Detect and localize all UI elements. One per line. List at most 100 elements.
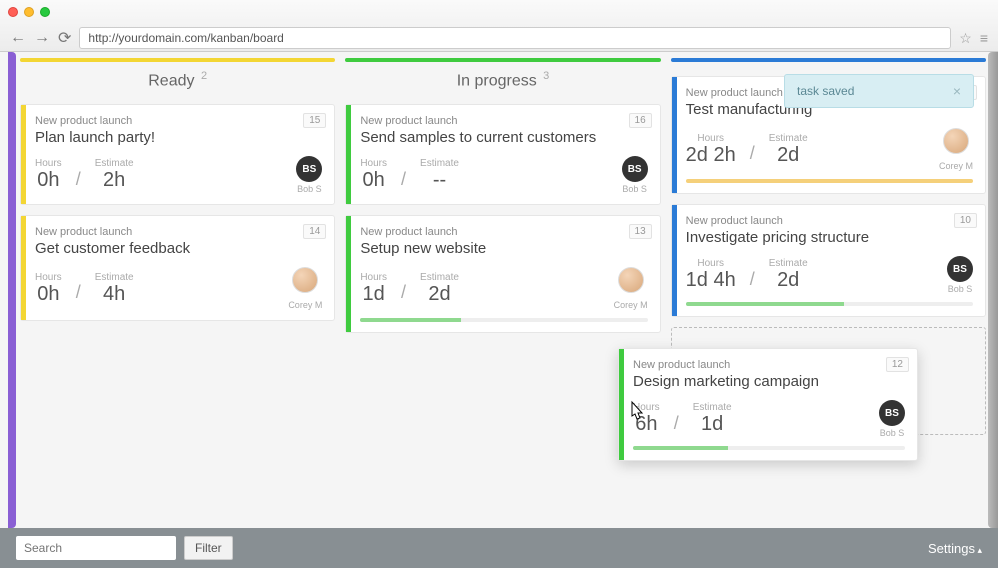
kanban-card[interactable]: 16New product launch Send samples to curr… <box>345 104 660 205</box>
estimate-value: 1d <box>693 413 732 436</box>
estimate-label: Estimate <box>95 272 134 283</box>
divider: / <box>668 413 685 434</box>
divider: / <box>395 169 412 190</box>
settings-button[interactable]: Settings <box>928 541 982 556</box>
avatar <box>618 267 644 293</box>
hours-value: 1d 4h <box>686 269 736 292</box>
hours-label: Hours <box>686 133 736 144</box>
assignee-name: Bob S <box>622 184 648 194</box>
estimate-value: 2d <box>769 144 808 167</box>
browser-chrome: ← → ⟳ http://yourdomain.com/kanban/board… <box>0 0 998 52</box>
column-header-bar <box>345 58 660 62</box>
assignee: BSBob S <box>947 256 973 294</box>
estimate-value: -- <box>420 169 459 192</box>
assignee-name: Corey M <box>939 161 973 171</box>
search-input[interactable] <box>16 536 176 560</box>
divider: / <box>744 143 761 164</box>
card-stripe <box>21 105 26 204</box>
toast-notification: task saved × <box>784 74 974 108</box>
assignee-name: Bob S <box>296 184 322 194</box>
window-min-dot[interactable] <box>24 7 34 17</box>
hours-label: Hours <box>360 272 387 283</box>
right-column-sliver[interactable] <box>988 52 998 528</box>
footer-bar: Filter Settings <box>0 528 998 568</box>
card-stripe <box>619 349 624 460</box>
window-close-dot[interactable] <box>8 7 18 17</box>
hours-label: Hours <box>35 272 62 283</box>
hours-label: Hours <box>686 258 736 269</box>
card-stripe <box>346 216 351 332</box>
url-bar[interactable]: http://yourdomain.com/kanban/board <box>79 27 951 49</box>
card-number: 13 <box>629 224 652 239</box>
forward-icon[interactable]: → <box>34 29 50 47</box>
close-icon[interactable]: × <box>953 83 961 99</box>
left-column-sliver[interactable] <box>8 52 16 528</box>
progress-bar <box>360 318 647 322</box>
card-project: New product launch <box>35 226 322 238</box>
column-header-bar <box>671 58 986 62</box>
toast-text: task saved <box>797 84 854 98</box>
card-title: Get customer feedback <box>35 240 322 257</box>
hours-value: 1d <box>360 283 387 306</box>
kanban-card[interactable]: 10New product launchInvestigate pricing … <box>671 204 986 317</box>
kanban-card[interactable]: 14New product launch Get customer feedbac… <box>20 215 335 321</box>
kanban-column: In progress 316New product launchSend sa… <box>345 58 660 522</box>
divider: / <box>70 169 87 190</box>
hours-value: 0h <box>35 283 62 306</box>
card-number: 12 <box>886 357 909 372</box>
estimate-label: Estimate <box>693 402 732 413</box>
card-title: Send samples to current customers <box>360 129 647 146</box>
divider: / <box>395 282 412 303</box>
kanban-card[interactable]: 15New product launchPlan launch party!Ho… <box>20 104 335 205</box>
progress-bar <box>686 302 973 306</box>
estimate-value: 2h <box>95 169 134 192</box>
card-number: 15 <box>303 113 326 128</box>
avatar <box>943 128 969 154</box>
assignee: BS Bob S <box>296 156 322 194</box>
assignee-name: Corey M <box>614 300 648 310</box>
card-stripe <box>346 105 351 204</box>
reload-icon[interactable]: ⟳ <box>58 28 71 48</box>
column-header-bar <box>20 58 335 62</box>
card-number: 10 <box>954 213 977 228</box>
back-icon[interactable]: ← <box>10 29 26 47</box>
avatar: BS <box>296 156 322 182</box>
divider: / <box>744 269 761 290</box>
card-title: Design marketing campaign <box>633 373 905 390</box>
card-stripe <box>672 77 677 193</box>
estimate-value: 2d <box>420 283 459 306</box>
filter-button[interactable]: Filter <box>184 536 233 560</box>
card-stripe <box>672 205 677 316</box>
progress-bar <box>686 179 973 183</box>
assignee-name: Bob S <box>879 428 905 438</box>
url-text: http://yourdomain.com/kanban/board <box>88 31 283 45</box>
card-number: 14 <box>303 224 326 239</box>
hours-label: Hours <box>35 158 62 169</box>
card-number: 16 <box>629 113 652 128</box>
avatar: BS <box>947 256 973 282</box>
estimate-label: Estimate <box>420 272 459 283</box>
window-max-dot[interactable] <box>40 7 50 17</box>
cursor-icon <box>626 400 646 424</box>
kanban-column: Ready 215New product launchPlan launch p… <box>20 58 335 522</box>
card-title: Setup new website <box>360 240 647 257</box>
hours-value: 2d 2h <box>686 144 736 167</box>
card-title: Investigate pricing structure <box>686 229 973 246</box>
dragging-card[interactable]: 12New product launch Design marketing cam… <box>618 348 918 461</box>
menu-icon[interactable]: ≡ <box>980 30 988 47</box>
kanban-card[interactable]: 13New product launch Setup new website Hou… <box>345 215 660 333</box>
star-icon[interactable]: ☆ <box>959 30 972 47</box>
card-project: New product launch <box>360 115 647 127</box>
card-title: Plan launch party! <box>35 129 322 146</box>
card-project: New product launch <box>360 226 647 238</box>
hours-value: 0h <box>35 169 62 192</box>
card-project: New product launch <box>633 359 905 371</box>
progress-bar <box>633 446 905 450</box>
column-title: Ready 2 <box>20 70 335 90</box>
column-title: In progress 3 <box>345 70 660 90</box>
estimate-label: Estimate <box>420 158 459 169</box>
estimate-label: Estimate <box>95 158 134 169</box>
hours-value: 0h <box>360 169 387 192</box>
assignee: Corey M <box>288 267 322 310</box>
avatar: BS <box>622 156 648 182</box>
